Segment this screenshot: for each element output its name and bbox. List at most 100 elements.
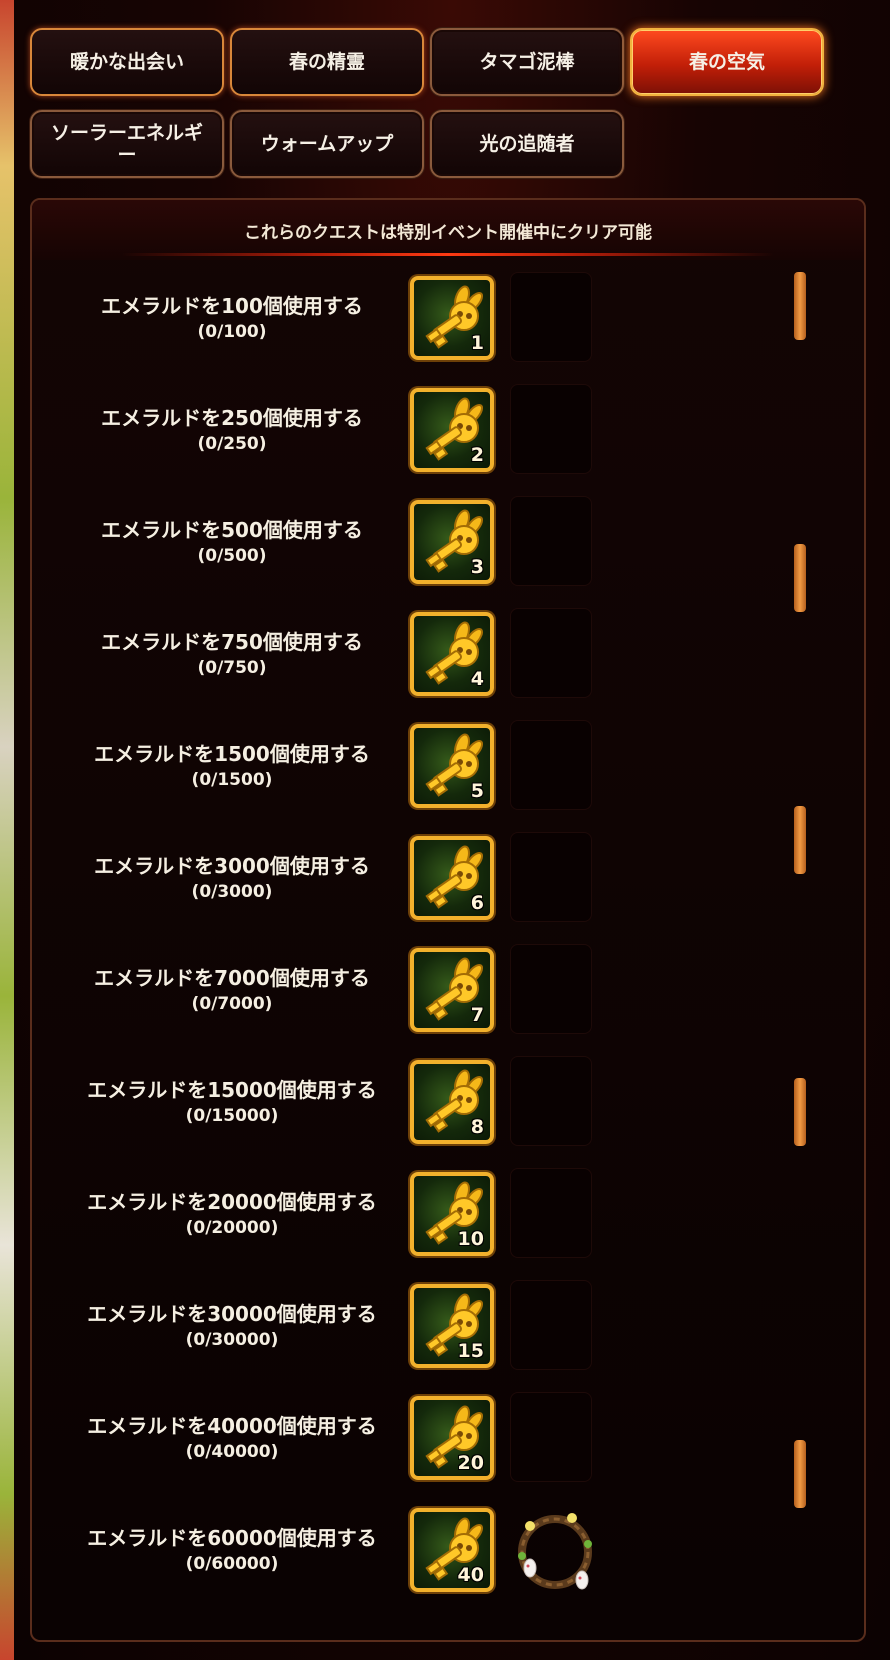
quest-row: エメラルドを15000個使用する (0/15000) 8	[32, 1046, 822, 1158]
reward-count: 3	[470, 556, 484, 578]
quest-row: エメラルドを30000個使用する (0/30000) 15	[32, 1270, 822, 1382]
reward-count: 4	[470, 668, 484, 690]
quest-row: エメラルドを20000個使用する (0/20000) 10	[32, 1158, 822, 1270]
quest-progress: (0/40000)	[185, 1442, 279, 1462]
empty-reward-slot	[510, 720, 592, 810]
empty-reward-slot	[510, 944, 592, 1034]
reward-slot[interactable]: 5	[410, 724, 494, 808]
scroll-marker	[794, 272, 806, 340]
empty-reward-slot	[510, 1056, 592, 1146]
quest-text: エメラルドを100個使用する (0/100)	[32, 262, 432, 374]
quest-progress: (0/500)	[197, 546, 267, 566]
quest-row: エメラルドを3000個使用する (0/3000) 6	[32, 822, 822, 934]
quest-title: エメラルドを3000個使用する	[94, 854, 370, 878]
tab-spring-air[interactable]: 春の空気	[630, 28, 824, 96]
reward-slot[interactable]: 20	[410, 1396, 494, 1480]
quest-title: エメラルドを20000個使用する	[87, 1190, 377, 1214]
reward-slot[interactable]: 6	[410, 836, 494, 920]
empty-reward-slot	[510, 1392, 592, 1482]
quest-text: エメラルドを750個使用する (0/750)	[32, 598, 432, 710]
quest-title: エメラルドを250個使用する	[101, 406, 363, 430]
reward-count: 7	[470, 1004, 484, 1026]
quest-title: エメラルドを750個使用する	[101, 630, 363, 654]
quest-text: エメラルドを20000個使用する (0/20000)	[32, 1158, 432, 1270]
tab-solar-energy[interactable]: ソーラーエネルギー	[30, 110, 224, 178]
reward-slot[interactable]: 7	[410, 948, 494, 1032]
quest-panel: これらのクエストは特別イベント開催中にクリア可能 エメラルドを100個使用する (…	[30, 198, 866, 1642]
quest-title: エメラルドを30000個使用する	[87, 1302, 377, 1326]
quest-progress: (0/3000)	[191, 882, 273, 902]
reward-slot[interactable]: 3	[410, 500, 494, 584]
reward-count: 2	[470, 444, 484, 466]
empty-reward-slot	[510, 1280, 592, 1370]
quest-progress: (0/1500)	[191, 770, 273, 790]
reward-count: 6	[470, 892, 484, 914]
quest-progress: (0/15000)	[185, 1106, 279, 1126]
tab-light-follower[interactable]: 光の追随者	[430, 110, 624, 178]
quest-progress: (0/250)	[197, 434, 267, 454]
tab-spring-spirit[interactable]: 春の精霊	[230, 28, 424, 96]
quest-progress: (0/7000)	[191, 994, 273, 1014]
empty-reward-slot	[510, 384, 592, 474]
quest-text: エメラルドを40000個使用する (0/40000)	[32, 1382, 432, 1494]
quest-progress: (0/60000)	[185, 1554, 279, 1574]
panel-header: これらのクエストは特別イベント開催中にクリア可能	[32, 200, 864, 260]
empty-reward-slot	[510, 272, 592, 362]
quest-text: エメラルドを15000個使用する (0/15000)	[32, 1046, 432, 1158]
tab-egg-thief[interactable]: タマゴ泥棒	[430, 28, 624, 96]
quest-title: エメラルドを7000個使用する	[94, 966, 370, 990]
scroll-marker	[794, 1440, 806, 1508]
reward-count: 5	[470, 780, 484, 802]
quest-text: エメラルドを3000個使用する (0/3000)	[32, 822, 432, 934]
empty-reward-slot	[510, 1168, 592, 1258]
quest-text: エメラルドを1500個使用する (0/1500)	[32, 710, 432, 822]
quest-title: エメラルドを40000個使用する	[87, 1414, 377, 1438]
quest-row: エメラルドを40000個使用する (0/40000) 20	[32, 1382, 822, 1494]
reward-count: 8	[470, 1116, 484, 1138]
panel-header-text: これらのクエストは特別イベント開催中にクリア可能	[244, 222, 652, 243]
reward-slot[interactable]: 10	[410, 1172, 494, 1256]
quest-text: エメラルドを7000個使用する (0/7000)	[32, 934, 432, 1046]
reward-slot[interactable]: 15	[410, 1284, 494, 1368]
reward-slot[interactable]: 40	[410, 1508, 494, 1592]
quest-title: エメラルドを500個使用する	[101, 518, 363, 542]
empty-reward-slot	[510, 496, 592, 586]
reward-count: 20	[457, 1452, 484, 1474]
quest-row: エメラルドを250個使用する (0/250) 2	[32, 374, 822, 486]
quest-row: エメラルドを1500個使用する (0/1500) 5	[32, 710, 822, 822]
quest-row: エメラルドを500個使用する (0/500) 3	[32, 486, 822, 598]
reward-slot[interactable]: 8	[410, 1060, 494, 1144]
quest-row: エメラルドを750個使用する (0/750) 4	[32, 598, 822, 710]
quest-row: エメラルドを7000個使用する (0/7000) 7	[32, 934, 822, 1046]
quest-title: エメラルドを1500個使用する	[94, 742, 370, 766]
quest-progress: (0/750)	[197, 658, 267, 678]
quest-text: エメラルドを250個使用する (0/250)	[32, 374, 432, 486]
quest-text: エメラルドを30000個使用する (0/30000)	[32, 1270, 432, 1382]
quest-text: エメラルドを500個使用する (0/500)	[32, 486, 432, 598]
reward-count: 1	[470, 332, 484, 354]
quest-row: エメラルドを100個使用する (0/100) 1	[32, 262, 822, 374]
quest-progress: (0/100)	[197, 322, 267, 342]
tab-warm-up[interactable]: ウォームアップ	[230, 110, 424, 178]
quest-row: エメラルドを60000個使用する (0/60000) 40	[32, 1494, 822, 1606]
reward-slot[interactable]: 2	[410, 388, 494, 472]
reward-slot[interactable]: 1	[410, 276, 494, 360]
scroll-marker	[794, 544, 806, 612]
scroll-marker	[794, 806, 806, 874]
empty-reward-slot	[510, 832, 592, 922]
quest-title: エメラルドを100個使用する	[101, 294, 363, 318]
quest-progress: (0/20000)	[185, 1218, 279, 1238]
quest-title: エメラルドを60000個使用する	[87, 1526, 377, 1550]
scroll-marker	[794, 1078, 806, 1146]
easter-wreath-icon[interactable]	[510, 1504, 600, 1596]
reward-count: 15	[457, 1340, 484, 1362]
reward-count: 40	[457, 1564, 484, 1586]
tab-warm-encounter[interactable]: 暖かな出会い	[30, 28, 224, 96]
empty-reward-slot	[510, 608, 592, 698]
quest-progress: (0/30000)	[185, 1330, 279, 1350]
reward-slot[interactable]: 4	[410, 612, 494, 696]
quest-title: エメラルドを15000個使用する	[87, 1078, 377, 1102]
quest-text: エメラルドを60000個使用する (0/60000)	[32, 1494, 432, 1606]
quest-list[interactable]: エメラルドを100個使用する (0/100) 1 エメラルドを250個使用する (0/…	[32, 262, 864, 1640]
reward-count: 10	[457, 1228, 484, 1250]
